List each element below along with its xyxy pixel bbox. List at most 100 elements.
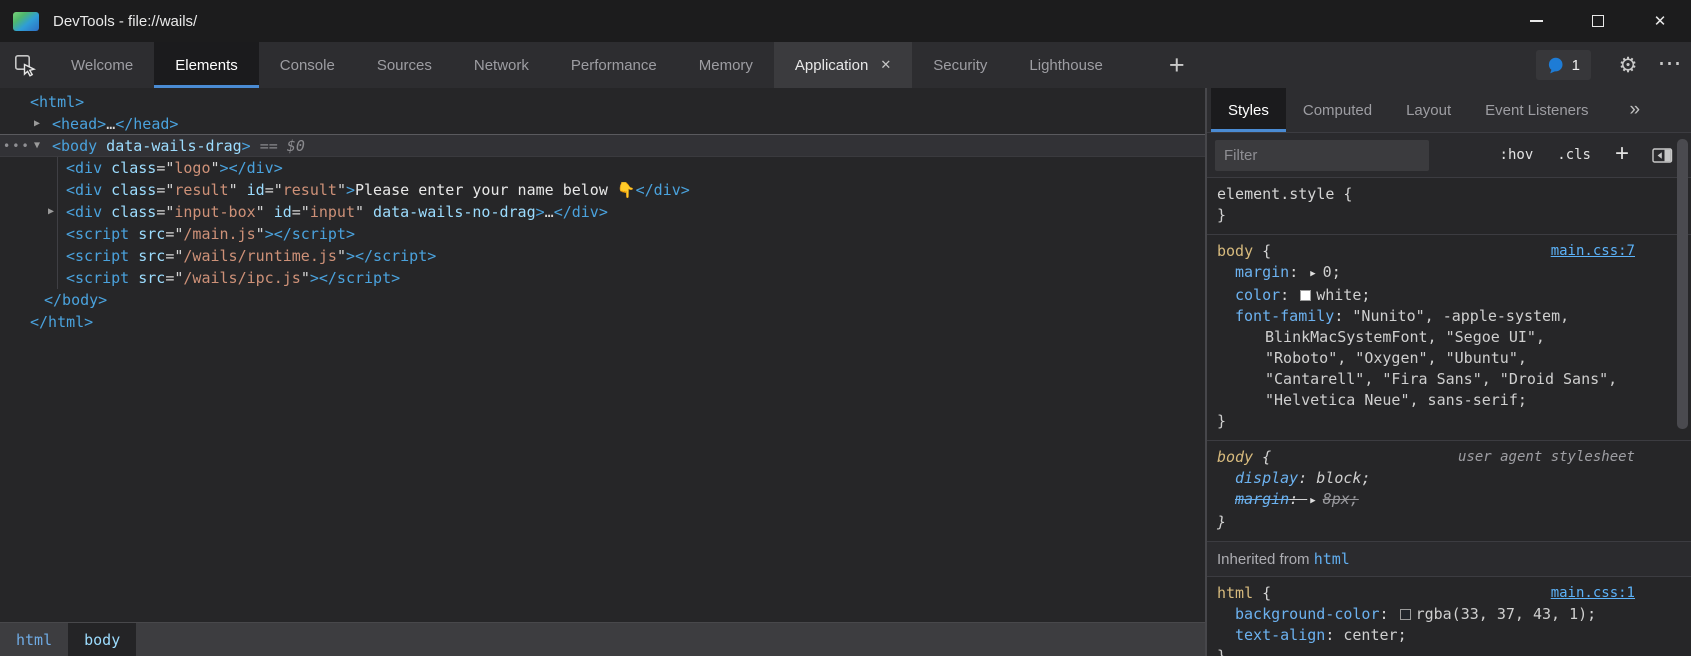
- css-property[interactable]: margin: ▶0;: [1235, 262, 1635, 285]
- css-property[interactable]: font-family: "Nunito", -apple-system,: [1235, 306, 1635, 327]
- tab-elements[interactable]: Elements: [154, 42, 259, 88]
- tab-label: Security: [933, 57, 987, 74]
- rule-selector[interactable]: element.style: [1217, 185, 1334, 203]
- dom-tree-row[interactable]: ▶<div class="input-box" id="input" data-…: [0, 201, 1205, 223]
- rule-selector-row: html {main.css:1: [1217, 583, 1635, 604]
- filter-input[interactable]: [1215, 140, 1429, 171]
- code-token-tag: </script>: [319, 269, 400, 287]
- row-menu-dots-icon[interactable]: •••: [3, 135, 31, 157]
- code-token-tag: >: [242, 137, 251, 155]
- code-token-tag: >: [265, 225, 274, 243]
- devtools-main: <html>▶<head>…</head>•••▼<body data-wail…: [0, 88, 1691, 656]
- inherited-from-link[interactable]: html: [1314, 550, 1350, 568]
- dom-tree-row[interactable]: <div class="result" id="result">Please e…: [0, 179, 1205, 201]
- sidebar-tab-event-listeners[interactable]: Event Listeners: [1468, 88, 1605, 132]
- tab-welcome[interactable]: Welcome: [50, 42, 154, 88]
- dom-tree-row[interactable]: <script src="/main.js"></script>: [0, 223, 1205, 245]
- panel-toggle-button[interactable]: [1644, 147, 1677, 164]
- code-token-punct: …: [545, 203, 554, 221]
- sidebar-tab-styles[interactable]: Styles: [1211, 88, 1286, 132]
- pseudo-state-button[interactable]: :hov: [1491, 147, 1543, 163]
- tab-label: Lighthouse: [1029, 57, 1102, 74]
- css-property[interactable]: margin: ▶8px;: [1235, 489, 1635, 512]
- rule-selector[interactable]: html: [1217, 584, 1253, 602]
- color-swatch[interactable]: [1400, 609, 1411, 620]
- dom-tree-row[interactable]: •••▼<body data-wails-drag> == $0: [0, 135, 1205, 157]
- breadcrumb-item-html[interactable]: html: [0, 623, 68, 656]
- css-property[interactable]: color: white;: [1235, 285, 1635, 306]
- twisty-collapsed-icon[interactable]: ▶: [48, 201, 54, 223]
- semicolon: ;: [1398, 626, 1407, 644]
- dom-tree-row[interactable]: <script src="/wails/ipc.js"></script>: [0, 267, 1205, 289]
- dom-tree-row[interactable]: </html>: [0, 311, 1205, 333]
- css-property[interactable]: background-color: rgba(33, 37, 43, 1);: [1235, 604, 1635, 625]
- code-token-text: Please enter your name below 👇: [355, 181, 636, 199]
- tab-memory[interactable]: Memory: [678, 42, 774, 88]
- devtools-logo-icon: [13, 12, 39, 31]
- inspect-cursor-icon: [14, 54, 37, 77]
- semicolon: ;: [1350, 490, 1359, 508]
- code-token-punct: ": [301, 269, 310, 287]
- inspect-element-button[interactable]: [0, 42, 50, 88]
- dom-tree-row[interactable]: <script src="/wails/runtime.js"></script…: [0, 245, 1205, 267]
- class-toggle-button[interactable]: .cls: [1548, 147, 1600, 163]
- close-brace: }: [1217, 205, 1635, 226]
- css-property[interactable]: text-align: center;: [1235, 625, 1635, 646]
- tab-label: Network: [474, 57, 529, 74]
- expand-value-icon[interactable]: ▶: [1310, 269, 1315, 279]
- property-value: 0: [1323, 263, 1332, 281]
- styles-scrollbar-thumb[interactable]: [1677, 139, 1688, 429]
- code-token-punct: ": [211, 159, 220, 177]
- code-token-tag: <script: [66, 225, 129, 243]
- tab-performance[interactable]: Performance: [550, 42, 678, 88]
- title-bar: DevTools - file://wails/ ✕: [0, 0, 1691, 42]
- code-token-punct: =": [156, 181, 174, 199]
- dom-tree-row[interactable]: </body>: [0, 289, 1205, 311]
- issues-button[interactable]: 1: [1536, 50, 1591, 80]
- twisty-collapsed-icon[interactable]: ▶: [34, 113, 40, 135]
- css-property[interactable]: display: block;: [1235, 468, 1635, 489]
- sidebar-tab-computed[interactable]: Computed: [1286, 88, 1389, 132]
- new-style-rule-button[interactable]: +: [1606, 140, 1638, 168]
- code-token-attr: src: [129, 225, 165, 243]
- code-token-attr: src: [129, 269, 165, 287]
- tab-sources[interactable]: Sources: [356, 42, 453, 88]
- settings-button[interactable]: ⚙: [1607, 42, 1649, 88]
- tab-network[interactable]: Network: [453, 42, 550, 88]
- dom-tree-row[interactable]: ▶<head>…</head>: [0, 113, 1205, 135]
- breadcrumb-item-body[interactable]: body: [68, 623, 136, 656]
- property-value: white: [1316, 286, 1361, 304]
- more-options-button[interactable]: ⋯: [1649, 42, 1691, 88]
- stylesheet-link[interactable]: main.css:7: [1551, 243, 1635, 259]
- code-token-tag: >: [536, 203, 545, 221]
- minimize-button[interactable]: [1505, 0, 1567, 42]
- rule-source: main.css:7: [1551, 241, 1635, 262]
- stylesheet-link[interactable]: main.css:1: [1551, 585, 1635, 601]
- code-token-tag: </div>: [229, 159, 283, 177]
- tab-label: Welcome: [71, 57, 133, 74]
- expand-value-icon[interactable]: ▶: [1310, 496, 1315, 506]
- property-value-wrap: BlinkMacSystemFont, "Segoe UI",: [1265, 327, 1635, 348]
- tab-security[interactable]: Security: [912, 42, 1008, 88]
- close-tab-icon[interactable]: ✕: [880, 57, 891, 73]
- tab-console[interactable]: Console: [259, 42, 356, 88]
- plus-icon: +: [1169, 50, 1185, 81]
- rule-selector[interactable]: body: [1217, 242, 1253, 260]
- dom-tree-row[interactable]: <div class="logo"></div>: [0, 157, 1205, 179]
- code-token-tag: </script>: [355, 247, 436, 265]
- maximize-button[interactable]: [1567, 0, 1629, 42]
- rule-selector[interactable]: body: [1217, 448, 1253, 466]
- code-token-attr: class: [102, 159, 156, 177]
- color-swatch[interactable]: [1300, 290, 1311, 301]
- twisty-expanded-icon[interactable]: ▼: [34, 135, 40, 157]
- more-tabs-chevron-icon[interactable]: »: [1620, 99, 1651, 121]
- tab-application[interactable]: Application✕: [774, 42, 912, 88]
- sidebar-tab-layout[interactable]: Layout: [1389, 88, 1468, 132]
- dom-tree-row[interactable]: <html>: [0, 91, 1205, 113]
- code-token-str: result: [283, 181, 337, 199]
- tab-lighthouse[interactable]: Lighthouse: [1008, 42, 1123, 88]
- property-colon: :: [1280, 286, 1298, 304]
- add-tab-button[interactable]: +: [1152, 42, 1202, 88]
- close-button[interactable]: ✕: [1629, 0, 1691, 42]
- code-token-attr: id: [265, 203, 292, 221]
